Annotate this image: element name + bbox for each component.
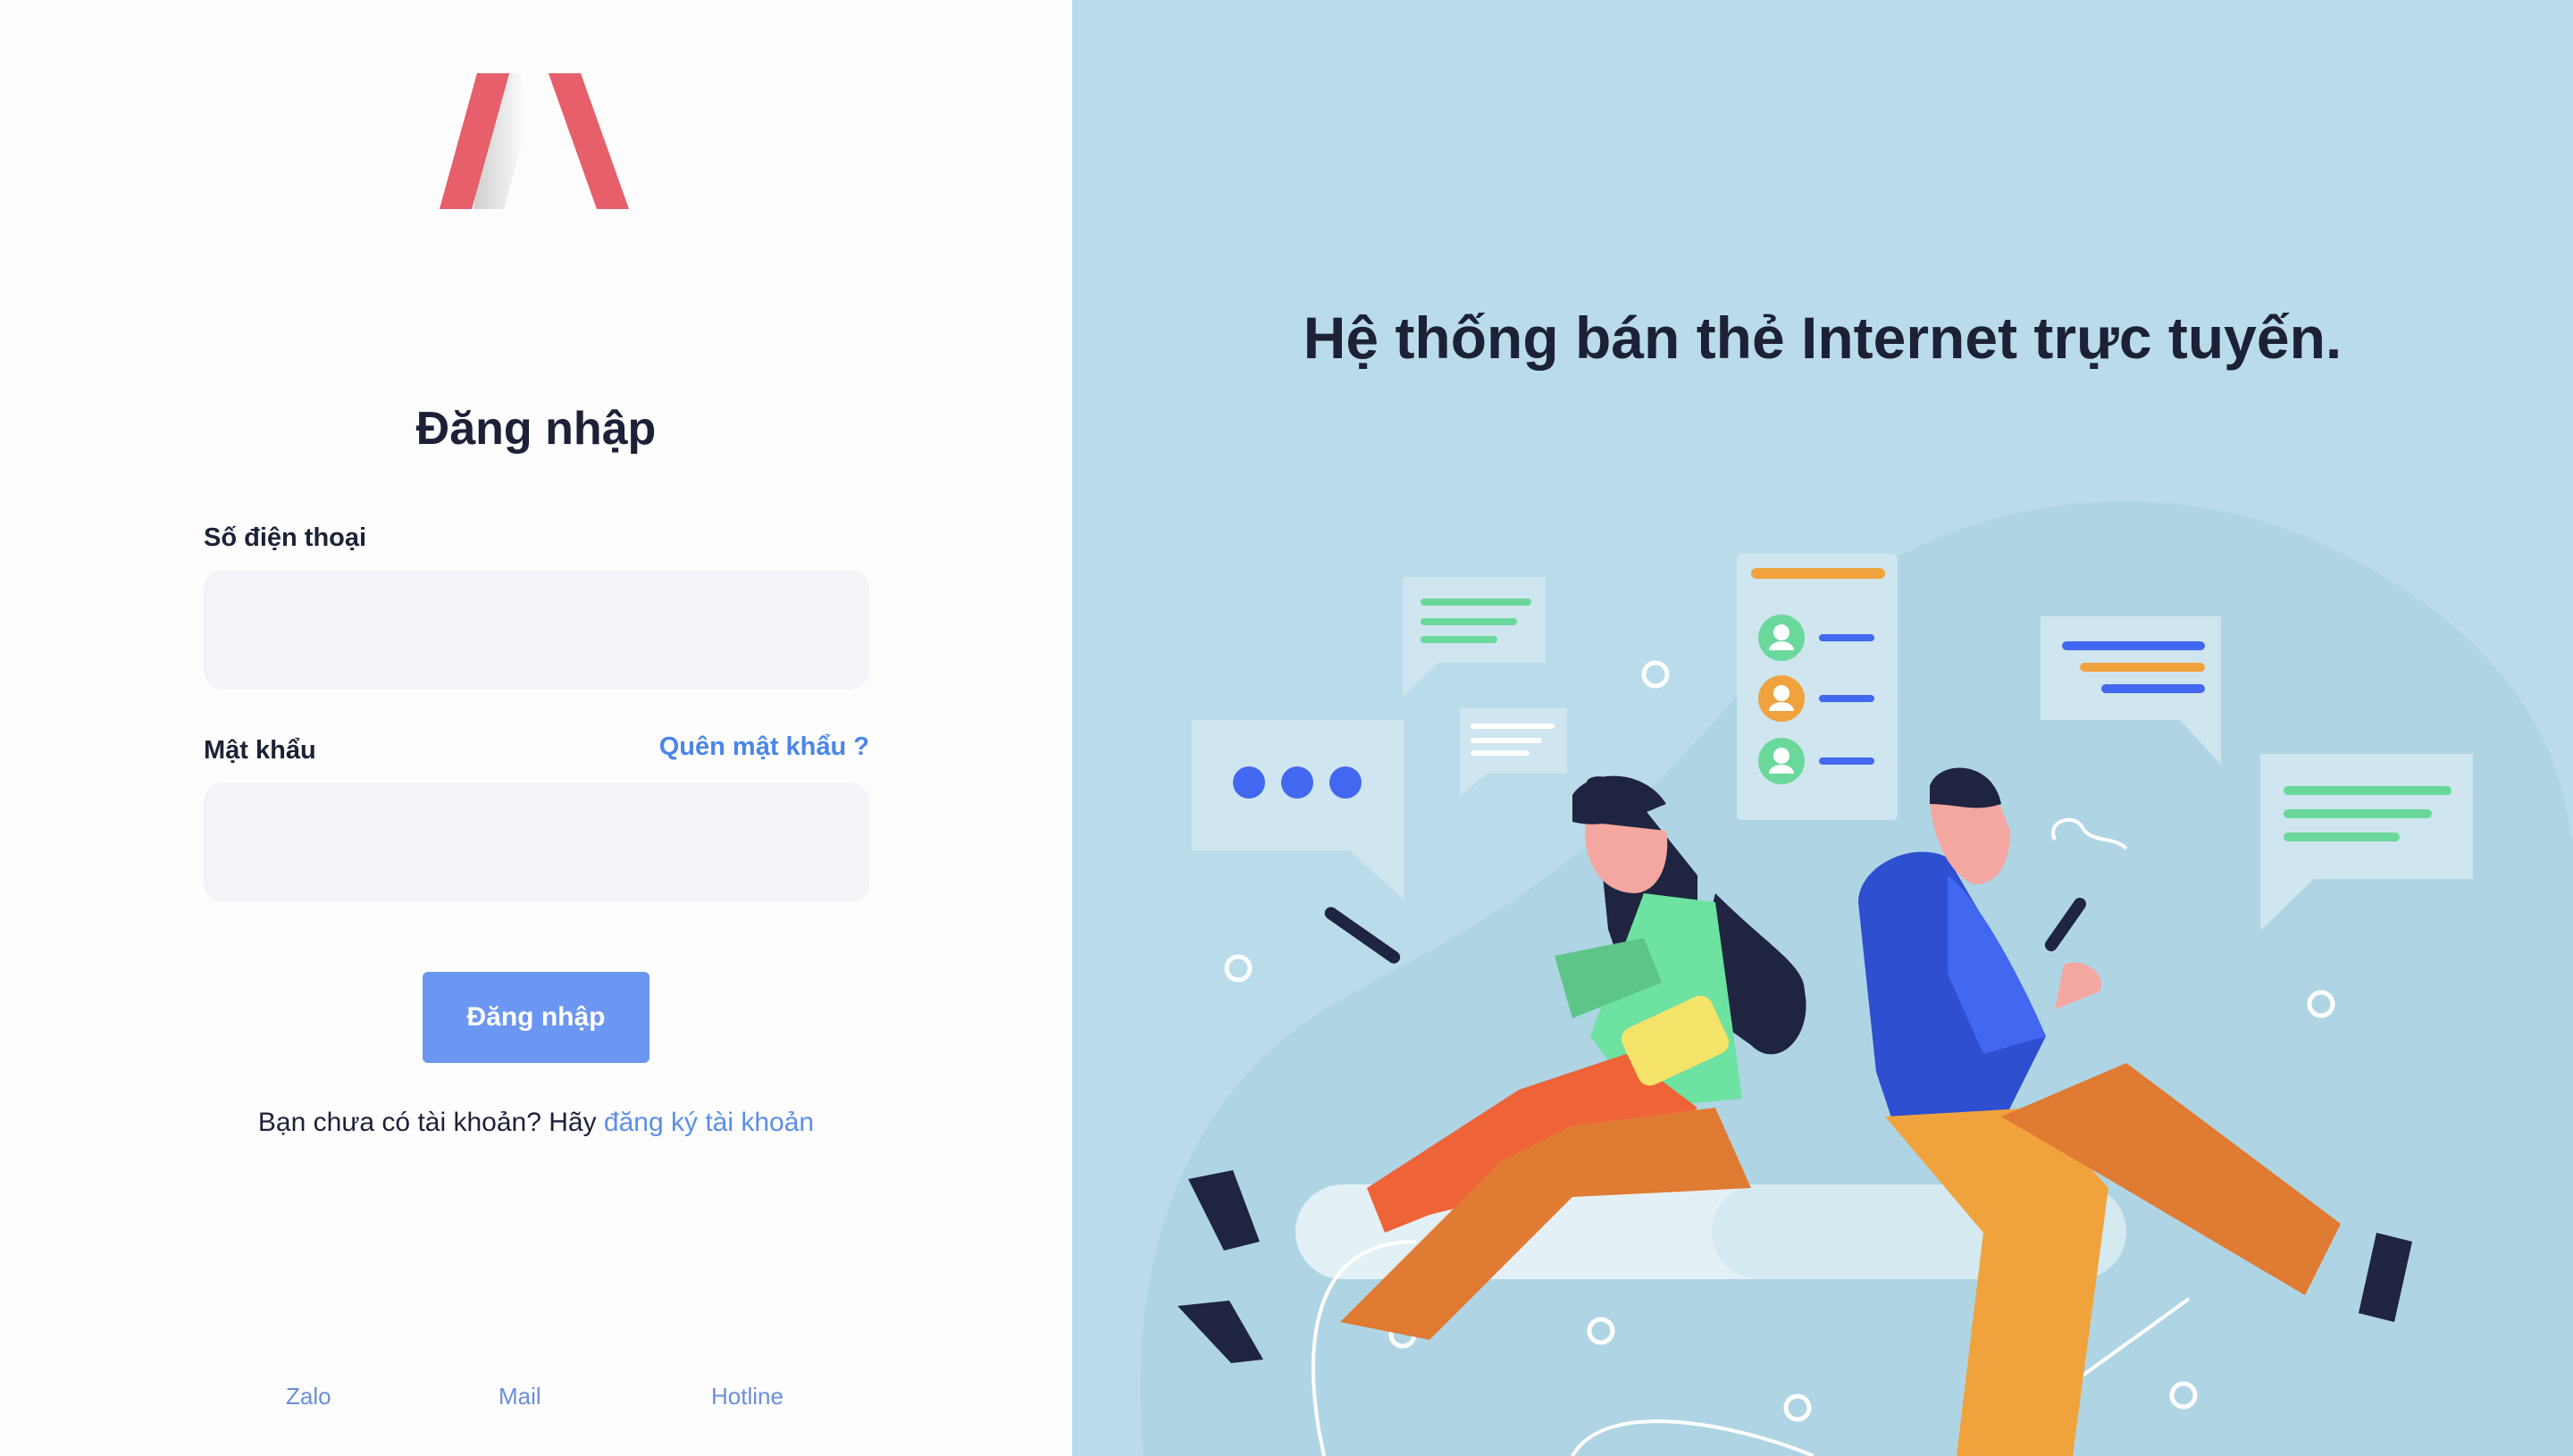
footer-link-hotline[interactable]: Hotline xyxy=(711,1383,784,1410)
phone-input[interactable] xyxy=(204,570,869,690)
hero-illustration xyxy=(1140,501,2573,1456)
hero-panel: Hệ thống bán thẻ Internet trực tuyến. xyxy=(1072,0,2573,1456)
user-avatar-icon xyxy=(1737,554,1898,820)
register-prompt-text: Bạn chưa có tài khoản? Hãy xyxy=(257,1108,604,1137)
forgot-password-link[interactable]: Quên mật khẩu ? xyxy=(659,732,869,762)
register-prompt: Bạn chưa có tài khoản? Hãy đăng ký tài k… xyxy=(0,1108,1072,1138)
phone-label: Số điện thoại xyxy=(204,523,367,552)
register-link[interactable]: đăng ký tài khoản xyxy=(604,1108,814,1137)
login-panel: Đăng nhập Số điện thoại Mật khẩu Quên mậ… xyxy=(0,0,1072,1456)
password-label: Mật khẩu xyxy=(204,736,316,765)
login-button[interactable]: Đăng nhập xyxy=(423,972,650,1063)
footer-link-mail[interactable]: Mail xyxy=(499,1383,541,1410)
password-input[interactable] xyxy=(204,782,869,902)
page-title: Đăng nhập xyxy=(415,403,657,455)
footer-link-zalo[interactable]: Zalo xyxy=(286,1383,331,1410)
chat-bubble-icon xyxy=(1192,720,1404,900)
logo-icon xyxy=(440,73,629,209)
